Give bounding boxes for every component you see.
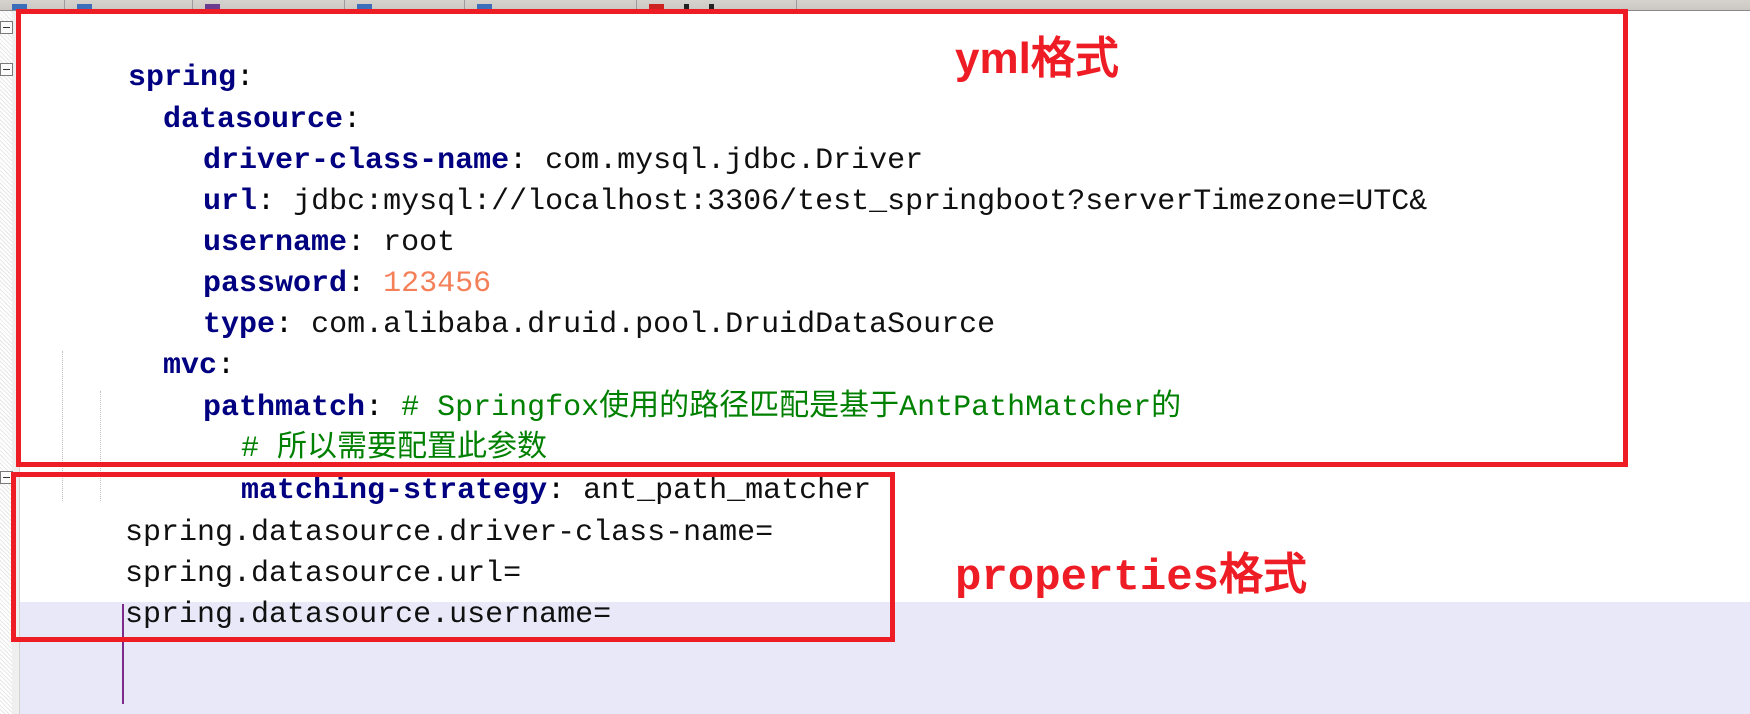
toolbar-group-7 xyxy=(797,0,1750,10)
record-icon[interactable] xyxy=(649,4,664,10)
properties-text-2: spring.datasource.username= xyxy=(125,598,612,632)
code-line-datasource[interactable]: datasource: xyxy=(55,59,361,137)
toolbar-group-2[interactable] xyxy=(65,0,193,10)
debug-icon[interactable] xyxy=(477,4,492,10)
yml-annotation-label: yml格式 xyxy=(955,34,1119,83)
properties-line-username[interactable]: spring.datasource.username= xyxy=(17,554,611,632)
properties-line-empty[interactable] xyxy=(17,602,125,643)
properties-line-driver-class-name[interactable]: spring.datasource.driver-class-name= xyxy=(17,472,773,550)
code-line-password[interactable]: password: 123456 xyxy=(95,223,491,301)
build-icon[interactable] xyxy=(357,4,372,10)
toolbar-group-6[interactable] xyxy=(637,0,797,10)
cut-icon[interactable] xyxy=(77,4,92,10)
clipped-bottom-line[interactable]: datasource: xyxy=(55,694,361,714)
more-icon[interactable] xyxy=(684,4,689,10)
undo-icon[interactable] xyxy=(12,4,27,10)
code-line-mvc[interactable]: mvc: xyxy=(55,305,235,383)
code-line-pathmatch[interactable]: pathmatch: # Springfox使用的路径匹配是基于AntPathM… xyxy=(95,347,1181,425)
toolbar-group-5[interactable] xyxy=(465,0,637,10)
code-text-area[interactable]: spring: datasource: driver-class-name: c… xyxy=(0,11,1750,714)
code-line-spring[interactable]: spring: xyxy=(20,17,254,95)
overflow-icon[interactable] xyxy=(709,4,714,10)
code-line-type[interactable]: type: com.alibaba.druid.pool.DruidDataSo… xyxy=(95,264,995,342)
code-line-username[interactable]: username: root xyxy=(95,182,455,260)
paste-icon[interactable] xyxy=(205,4,220,10)
properties-annotation-label: properties格式 xyxy=(955,553,1308,603)
yml-colon-6: : xyxy=(275,308,294,342)
toolbar-group-1[interactable] xyxy=(0,0,65,10)
code-editor[interactable]: spring: datasource: driver-class-name: c… xyxy=(0,11,1750,714)
properties-line-url[interactable]: spring.datasource.url= xyxy=(17,513,521,591)
main-toolbar[interactable] xyxy=(0,0,1750,11)
code-line-url[interactable]: url: jdbc:mysql://localhost:3306/test_sp… xyxy=(95,141,1427,219)
toolbar-group-4[interactable] xyxy=(345,0,465,10)
code-line-driver-class-name[interactable]: driver-class-name: com.mysql.jdbc.Driver xyxy=(95,100,923,178)
code-line-matching-strategy[interactable]: matching-strategy: ant_path_matcher xyxy=(133,430,871,508)
toolbar-group-3[interactable] xyxy=(193,0,345,10)
code-line-comment-2[interactable]: # 所以需要配置此参数 xyxy=(133,388,547,466)
yml-value-type: com.alibaba.druid.pool.DruidDataSource xyxy=(293,308,996,342)
